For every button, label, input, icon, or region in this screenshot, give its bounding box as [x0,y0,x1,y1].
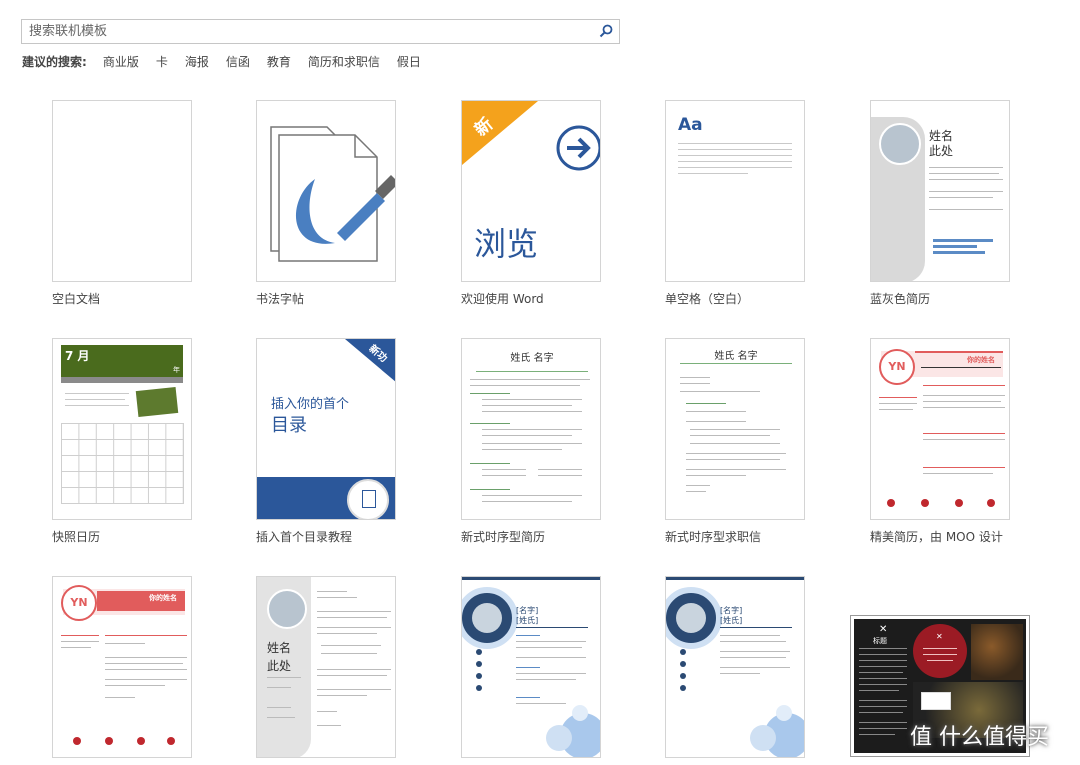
template-caption: 插入首个目录教程 [256,530,353,544]
template-caption: 空白文档 [52,292,101,306]
suggestion-link-posters[interactable]: 海报 [185,53,209,70]
brochure-logo [921,692,951,710]
template-moo-resume[interactable]: YN 你的姓名 [870,338,1010,520]
letter-header-name: 姓氏 名字 [714,351,758,362]
toc-document-icon [347,479,389,519]
template-circles-cover-letter[interactable]: [名字] [姓氏] [665,576,805,758]
brochure-red-badge: ✕ [913,624,967,678]
template-blank-document[interactable] [52,100,192,282]
suggested-searches: 建议的搜索: 商业版 卡 海报 信函 教育 简历和求职信 假日 [22,53,438,70]
search-input[interactable] [22,20,589,43]
moo-title: 你的姓名 [967,356,995,364]
suggestion-link-letters[interactable]: 信函 [226,53,250,70]
food-photo-top [971,624,1023,680]
template-single-spaced[interactable]: Aa [665,100,805,282]
template-moo-cover-letter[interactable]: YN 你的姓名 [52,576,192,758]
template-blue-grey-cover-letter[interactable]: 姓名 此处 [256,576,396,758]
portrait-photo [666,587,722,649]
portrait-photo [267,589,307,629]
template-welcome-to-word[interactable]: 新 浏览 [461,100,601,282]
template-insert-toc[interactable]: 新功 插入你的首个 目录 [256,338,396,520]
resume-name-line2: 此处 [929,144,954,158]
resume-surname: [姓氏] [516,616,539,625]
suggestion-link-education[interactable]: 教育 [267,53,291,70]
letter-name-line1: 姓名 [267,641,292,655]
template-caption: 精美简历，由 MOO 设计 [870,530,1003,544]
suggestion-link-business[interactable]: 商业版 [103,53,139,70]
monogram: YN [61,585,97,621]
search-icon[interactable] [599,24,613,38]
toc-title-line1: 插入你的首个 [271,397,350,412]
arrow-right-circle-icon [556,125,600,171]
portrait-photo [879,123,921,165]
suggestion-link-cards[interactable]: 卡 [156,53,168,70]
template-circles-resume[interactable]: [名字] [姓氏] [461,576,601,758]
calligraphy-icon [270,126,395,262]
suggestion-link-resumes[interactable]: 简历和求职信 [308,53,380,70]
letter-name-line2: 此处 [267,659,292,673]
template-caption: 新式时序型求职信 [665,530,762,544]
template-search-box[interactable] [21,19,620,44]
toc-title-line2: 目录 [271,415,307,436]
template-blue-grey-resume[interactable]: 姓名 此处 [870,100,1010,282]
calendar-grid [61,423,184,504]
template-snapshot-calendar[interactable]: 7 月 年 [52,338,192,520]
calendar-month: 7 月 [65,349,90,363]
watermark-logo: 值 什么值得买 [910,725,1049,750]
moo-title: 你的姓名 [149,594,177,602]
suggestion-link-holidays[interactable]: 假日 [397,53,421,70]
calendar-year: 年 [173,366,180,374]
template-caption: 欢迎使用 Word [461,292,544,306]
browse-text: 浏览 [474,225,539,263]
template-caption: 新式时序型简历 [461,530,546,544]
close-icon: ✕ [879,624,888,635]
template-modern-chrono-resume[interactable]: 姓氏 名字 [461,338,601,520]
monogram: YN [879,349,915,385]
portrait-photo [462,587,518,649]
resume-header-name: 姓氏 名字 [510,353,554,364]
aa-heading: Aa [678,115,703,135]
letter-surname: [姓氏] [720,616,743,625]
brochure-heading: 标题 [873,637,887,645]
suggested-searches-label: 建议的搜索: [22,55,87,69]
template-caption: 快照日历 [52,530,101,544]
template-caption: 单空格（空白） [665,292,750,306]
template-caption: 书法字帖 [256,292,305,306]
template-caption: 蓝灰色简历 [870,292,931,306]
calendar-photo [135,386,179,418]
template-modern-chrono-cover-letter[interactable]: 姓氏 名字 [665,338,805,520]
template-calligraphy[interactable] [256,100,396,282]
